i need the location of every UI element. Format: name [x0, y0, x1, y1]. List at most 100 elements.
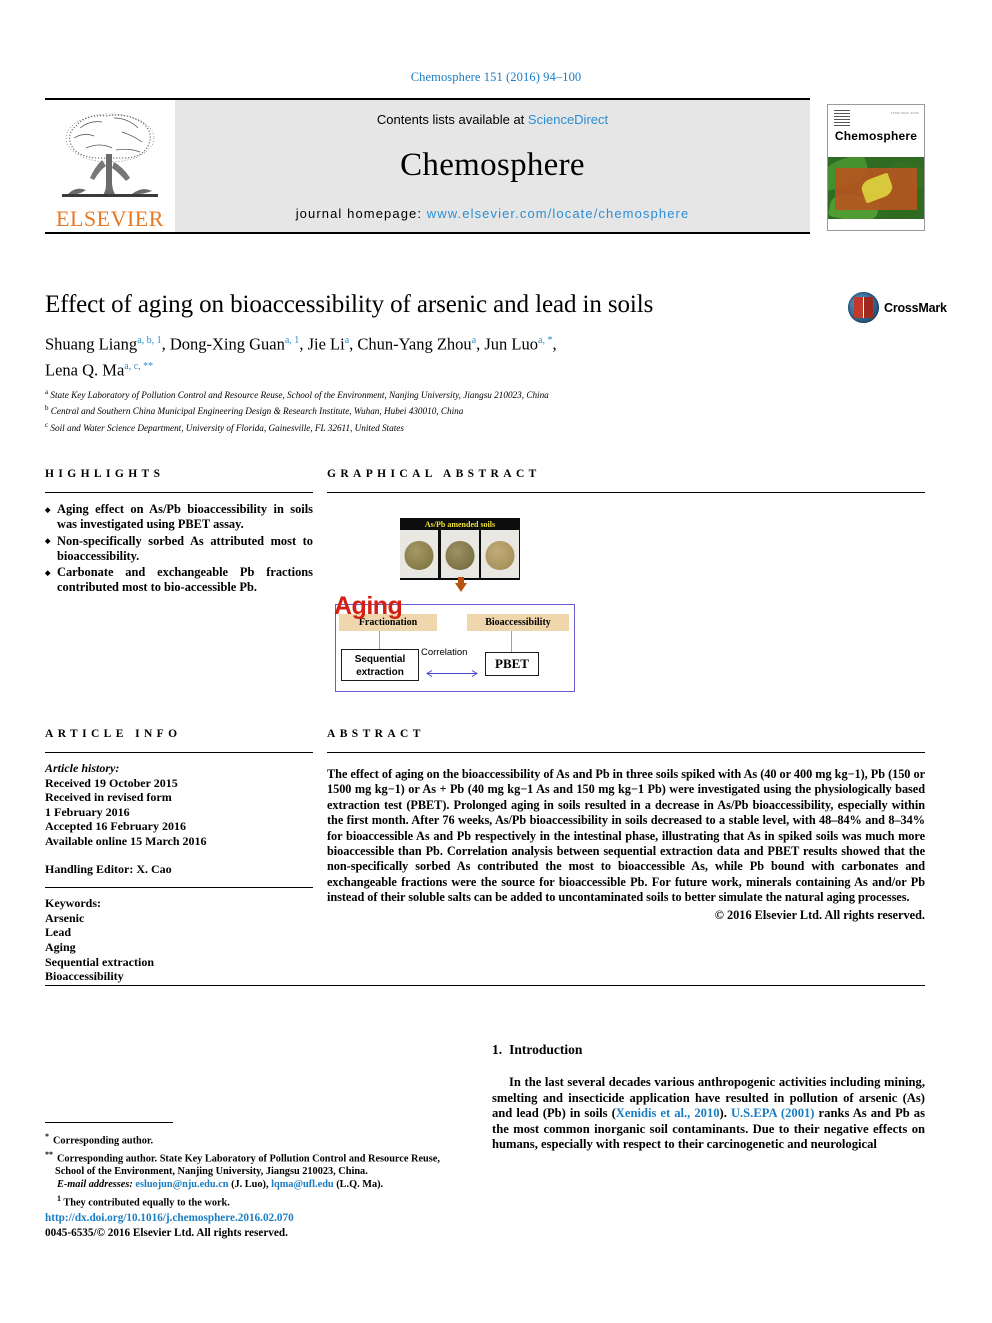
corresponding-author-note-2: ** Corresponding author. State Key Labora… — [45, 1148, 465, 1179]
affiliation-item: b Central and Southern China Municipal E… — [45, 402, 835, 418]
footnote-text: Corresponding author. State Key Laborato… — [55, 1153, 440, 1178]
journal-homepage-line: journal homepage: www.elsevier.com/locat… — [296, 206, 690, 221]
author-affil-marker[interactable]: a — [345, 335, 349, 346]
section-rule — [45, 492, 313, 493]
elsevier-tree-icon — [56, 108, 164, 208]
received-date: Received 19 October 2015 — [45, 775, 178, 790]
keywords-label: Keywords: — [45, 896, 101, 911]
citation-link[interactable]: Xenidis et al., 2010 — [616, 1106, 720, 1120]
affiliation-text: Central and Southern China Municipal Eng… — [50, 406, 464, 417]
affiliation-list: a State Key Laboratory of Pollution Cont… — [45, 386, 835, 435]
author-name: Lena Q. Ma — [45, 360, 125, 379]
section-number: 1. — [492, 1042, 503, 1057]
connector-line — [511, 631, 513, 652]
soil-mound — [404, 540, 434, 570]
soil-sample-cell — [481, 530, 519, 578]
abstract-section: ABSTRACT The effect of aging on the bioa… — [327, 728, 925, 923]
abstract-copyright: © 2016 Elsevier Ltd. All rights reserved… — [714, 907, 925, 922]
affiliation-item: a State Key Laboratory of Pollution Cont… — [45, 386, 835, 402]
page-title: Effect of aging on bioaccessibility of a… — [45, 291, 654, 318]
article-history: Article history: Received 19 October 201… — [45, 761, 313, 876]
doi-link[interactable]: http://dx.doi.org/10.1016/j.chemosphere.… — [45, 1211, 465, 1226]
pbet-box: PBET — [485, 652, 539, 676]
article-info-section: ARTICLE INFO Article history: Received 1… — [45, 728, 313, 984]
connector-line — [379, 631, 381, 649]
list-item: Aging effect on As/Pb bioaccessibility i… — [45, 502, 313, 533]
email-owner: (J. Luo), — [231, 1179, 269, 1191]
author-list: Shuang Lianga, b, 1, Dong-Xing Guana, 1,… — [45, 334, 557, 380]
sciencedirect-link[interactable]: ScienceDirect — [528, 112, 608, 127]
soil-sample-cell — [400, 530, 438, 578]
graphical-abstract-heading: GRAPHICAL ABSTRACT — [327, 468, 541, 480]
contents-prefix: Contents lists available at — [376, 111, 525, 127]
soil-mound — [445, 540, 475, 570]
keywords-block: Keywords: Arsenic Lead Aging Sequential … — [45, 896, 313, 984]
citation-link[interactable]: U.S.EPA (2001) — [731, 1106, 815, 1120]
author-affil-marker[interactable]: a, 1 — [285, 335, 299, 346]
affiliation-marker: c — [45, 420, 49, 429]
introduction-heading: 1. Introduction — [492, 1042, 925, 1058]
introduction-section: 1. Introduction In the last several decad… — [492, 1042, 925, 1153]
author-affil-marker[interactable]: a — [472, 335, 476, 346]
author-name: Shuang Liang — [45, 334, 138, 354]
cover-volume-text: ISSN 0045-6535 — [891, 111, 919, 115]
footnote-marker: * — [45, 1132, 49, 1141]
affiliation-item: c Soil and Water Science Department, Uni… — [45, 419, 835, 435]
soil-sample-cell — [441, 530, 479, 578]
soil-photo-caption: As/Pb amended soils — [424, 520, 496, 529]
email-owner: (L.Q. Ma). — [336, 1179, 384, 1191]
highlights-list: Aging effect on As/Pb bioaccessibility i… — [45, 502, 313, 596]
introduction-paragraph: In the last several decades various anth… — [492, 1075, 925, 1153]
abstract-text: The effect of aging on the bioaccessibil… — [327, 767, 925, 905]
author-affil-marker[interactable]: a, b, 1 — [137, 335, 161, 346]
history-label: Article history: — [45, 761, 120, 775]
revised-label: Received in revised form — [45, 790, 172, 805]
crossmark-badge[interactable]: CrossMark — [848, 292, 947, 323]
abstract-heading: ABSTRACT — [327, 728, 425, 740]
keyword-item: Sequential extraction — [45, 954, 154, 969]
footnote-text: Corresponding author. — [53, 1135, 154, 1147]
keyword-item: Aging — [45, 939, 76, 954]
intro-text-part: ). — [719, 1106, 731, 1121]
issn-copyright-line: 0045-6535/© 2016 Elsevier Ltd. All right… — [45, 1227, 288, 1239]
footnote-rule — [45, 1122, 173, 1123]
masthead-center: Contents lists available at ScienceDirec… — [175, 100, 810, 232]
list-item: Non-specifically sorbed As attributed mo… — [45, 534, 313, 565]
keyword-item: Lead — [45, 925, 72, 940]
soil-mound — [485, 540, 515, 570]
down-arrow-icon — [455, 583, 467, 592]
journal-article-first-page: Chemosphere 151 (2016) 94–100 ELSEVIER C… — [0, 0, 992, 1323]
email-link[interactable]: esluojun@nju.edu.cn — [135, 1179, 228, 1190]
graphical-abstract-figure: As/Pb amended soils Aging Fractionation … — [329, 509, 659, 697]
crossmark-icon — [848, 292, 879, 323]
affiliation-text: State Key Laboratory of Pollution Contro… — [50, 390, 549, 401]
author-name: Chun-Yang Zhou — [357, 334, 472, 354]
homepage-url-link[interactable]: www.elsevier.com/locate/chemosphere — [427, 206, 690, 221]
section-rule — [327, 752, 925, 753]
article-info-heading: ARTICLE INFO — [45, 728, 182, 740]
sequential-extraction-box: Sequential extraction — [341, 649, 419, 681]
contents-available-line: Contents lists available at ScienceDirec… — [377, 112, 608, 127]
bioaccessibility-box: Bioaccessibility — [467, 614, 569, 631]
affiliation-text: Soil and Water Science Department, Unive… — [50, 423, 404, 433]
correlation-double-arrow-icon — [422, 664, 482, 677]
footnote-marker: ** — [45, 1149, 53, 1159]
correlation-label: Correlation — [421, 647, 468, 658]
footnote-text: They contributed equally to the work. — [63, 1197, 230, 1209]
elsevier-wordmark: ELSEVIER — [56, 206, 164, 231]
footnote-marker: 1 — [57, 1193, 61, 1203]
section-rule — [45, 752, 313, 753]
cover-artwork — [828, 157, 924, 219]
email-link[interactable]: lqma@ufl.edu — [271, 1179, 334, 1190]
crossmark-book-shape — [854, 297, 873, 318]
journal-cover-thumbnail: ISSN 0045-6535 Chemosphere — [827, 104, 925, 231]
masthead-rule-bottom — [45, 232, 810, 234]
email-label: E-mail addresses: — [57, 1179, 133, 1191]
author-affil-marker[interactable]: a, c, ** — [124, 361, 153, 372]
cover-bottom-area — [828, 219, 924, 230]
highlights-heading: HIGHLIGHTS — [45, 468, 165, 480]
affiliation-marker: b — [45, 404, 49, 413]
author-affil-marker[interactable]: a, * — [538, 335, 552, 346]
author-name: Dong-Xing Guan — [169, 334, 285, 354]
